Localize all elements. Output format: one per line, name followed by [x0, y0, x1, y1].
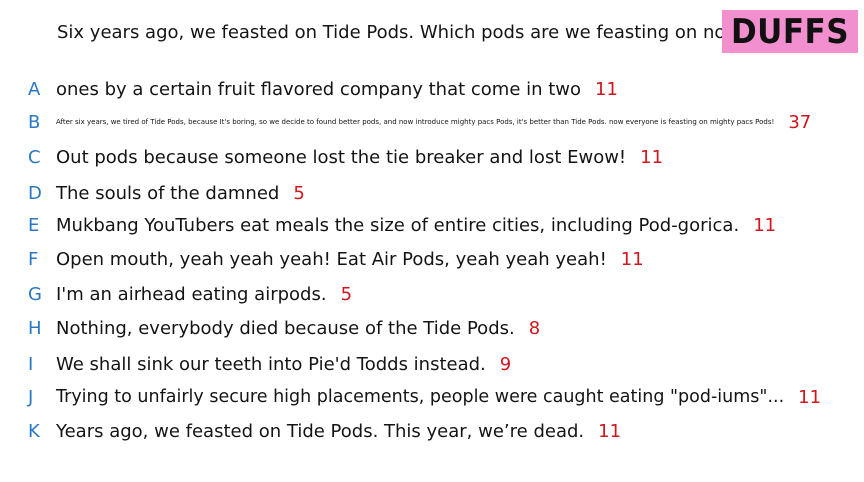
answer-letter: C: [28, 146, 41, 168]
answer-letter: G: [28, 283, 42, 305]
answer-letter: E: [28, 214, 40, 236]
answer-body: ones by a certain fruit flavored company…: [56, 79, 618, 100]
answer-votes: 11: [620, 248, 644, 270]
answer-text: We shall sink our teeth into Pie'd Todds…: [56, 353, 486, 375]
answer-text: Open mouth, yeah yeah yeah! Eat Air Pods…: [56, 248, 607, 270]
answer-body: Mukbang YouTubers eat meals the size of …: [56, 215, 776, 236]
answer-body: The souls of the damned 5: [56, 183, 305, 204]
answer-votes: 5: [293, 182, 305, 204]
answer-body: Out pods because someone lost the tie br…: [56, 147, 663, 168]
answer-body: After six years, we tired of Tide Pods, …: [56, 112, 811, 133]
answer-text: ones by a certain fruit flavored company…: [56, 78, 582, 100]
answer-text: I'm an airhead eating airpods.: [56, 283, 327, 305]
answer-letter: D: [28, 182, 42, 204]
answer-text: Nothing, everybody died because of the T…: [56, 317, 515, 339]
answer-text: Mukbang YouTubers eat meals the size of …: [56, 214, 740, 236]
answer-text: Years ago, we feasted on Tide Pods. This…: [56, 420, 585, 442]
answer-body: Nothing, everybody died because of the T…: [56, 318, 540, 339]
answer-votes: 11: [640, 146, 664, 168]
answer-text: Trying to unfairly secure high placement…: [56, 387, 785, 407]
answer-letter: J: [28, 386, 34, 408]
answer-votes: 9: [499, 353, 512, 375]
answer-votes: 11: [595, 78, 618, 100]
answer-votes: 5: [340, 283, 353, 305]
answer-votes: 11: [598, 420, 622, 442]
answer-letter: I: [28, 353, 34, 375]
answer-votes: 11: [798, 386, 822, 408]
answer-text: After six years, we tired of Tide Pods, …: [56, 118, 775, 126]
answer-body: We shall sink our teeth into Pie'd Todds…: [56, 354, 511, 375]
answer-text: Out pods because someone lost the tie br…: [56, 146, 627, 168]
player-name-badge: DUFFS: [722, 10, 858, 53]
answer-votes: 37: [788, 111, 812, 133]
answer-body: I'm an airhead eating airpods. 5: [56, 284, 352, 305]
answer-letter: B: [28, 111, 41, 133]
answer-text: The souls of the damned: [56, 182, 280, 204]
answer-body: Open mouth, yeah yeah yeah! Eat Air Pods…: [56, 249, 644, 270]
answer-letter: F: [28, 248, 39, 270]
answer-body: Trying to unfairly secure high placement…: [56, 387, 821, 408]
answer-votes: 11: [753, 214, 777, 236]
answer-letter: H: [28, 317, 42, 339]
answer-letter: K: [28, 420, 40, 442]
answer-letter: A: [28, 78, 41, 100]
question-prompt: Six years ago, we feasted on Tide Pods. …: [57, 22, 750, 43]
player-name: DUFFS: [730, 12, 850, 51]
answer-votes: 8: [528, 317, 541, 339]
answer-body: Years ago, we feasted on Tide Pods. This…: [56, 421, 621, 442]
